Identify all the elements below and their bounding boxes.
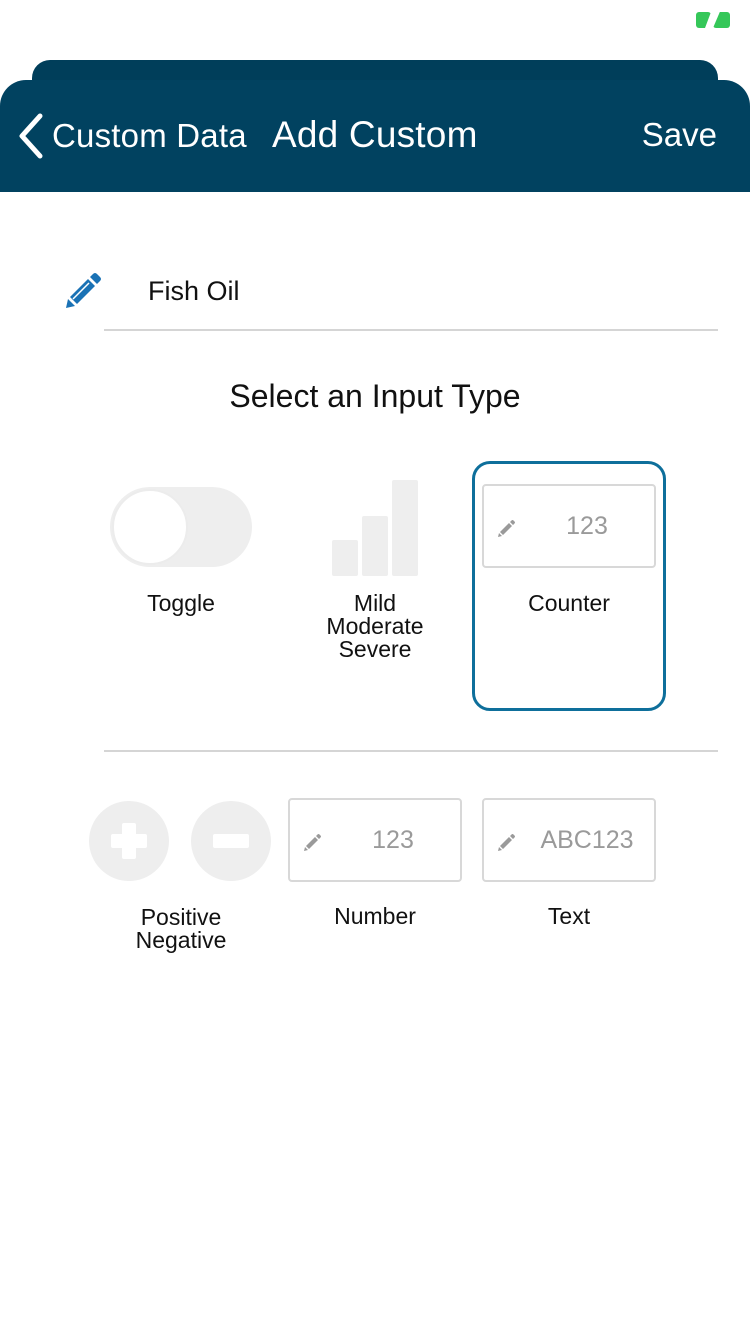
- divider: [104, 750, 718, 752]
- nav-bar: Custom Data Add Custom Save: [0, 80, 750, 192]
- positive-negative-option-label: Positive Negative: [90, 906, 272, 952]
- plus-circle-icon[interactable]: [89, 801, 169, 881]
- pencil-icon: [498, 520, 515, 537]
- counter-option-label: Counter: [528, 590, 610, 616]
- save-button[interactable]: Save: [642, 116, 717, 154]
- counter-placeholder: 123: [566, 512, 608, 540]
- severity-label-severe: Severe: [338, 636, 412, 662]
- chevron-left-icon: [19, 113, 43, 159]
- minus-circle-icon[interactable]: [191, 801, 271, 881]
- divider: [104, 329, 718, 331]
- text-option[interactable]: ABC123: [482, 798, 656, 882]
- section-title: Select an Input Type: [229, 378, 521, 414]
- number-option-label: Number: [334, 903, 416, 929]
- name-field-value[interactable]: Fish Oil: [148, 276, 240, 307]
- number-option[interactable]: 123: [288, 798, 462, 882]
- severity-label-moderate: Moderate: [326, 613, 424, 639]
- negative-label: Negative: [135, 927, 227, 953]
- text-placeholder: ABC123: [540, 826, 634, 854]
- name-field-row[interactable]: Fish Oil: [0, 262, 750, 332]
- toggle-option[interactable]: [110, 487, 252, 567]
- toggle-knob: [112, 489, 188, 565]
- severity-label-mild: Mild: [353, 590, 397, 616]
- page-title: Add Custom: [272, 114, 478, 155]
- battery-charging-icon: [696, 12, 730, 28]
- severity-option-label: Mild Moderate Severe: [290, 592, 460, 661]
- pencil-icon: [66, 273, 101, 308]
- pencil-icon: [304, 834, 321, 851]
- severity-bars-icon[interactable]: [332, 478, 420, 576]
- back-button-label: Custom Data: [52, 117, 247, 154]
- text-option-label: Text: [547, 903, 591, 929]
- counter-preview-field: 123: [482, 484, 656, 568]
- positive-label: Positive: [140, 904, 222, 930]
- toggle-option-label: Toggle: [147, 590, 215, 616]
- pencil-icon: [498, 834, 515, 851]
- back-button[interactable]: Custom Data: [14, 110, 247, 162]
- number-placeholder: 123: [372, 826, 414, 854]
